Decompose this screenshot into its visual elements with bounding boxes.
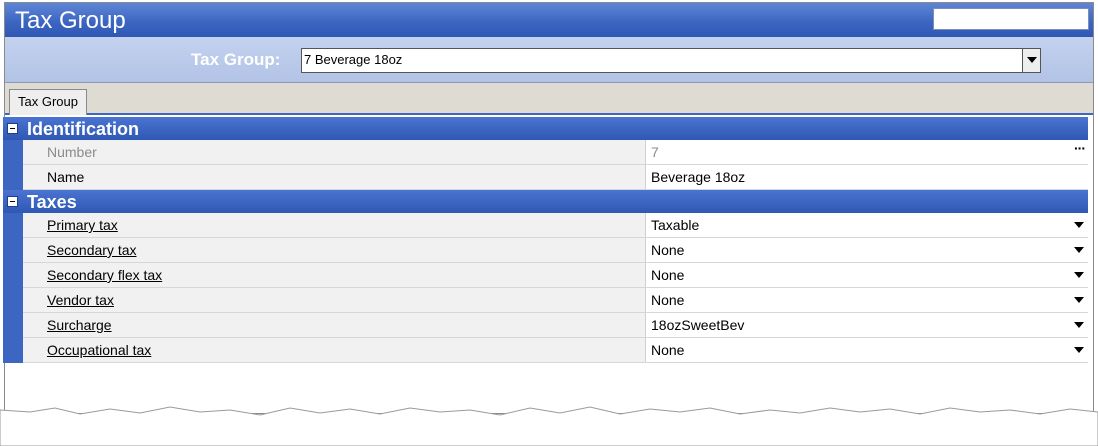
secondary-tax-dropdown[interactable]: None (646, 238, 1088, 262)
grid-margin (3, 140, 23, 165)
chevron-down-icon (1027, 57, 1037, 63)
torn-edge-decoration (0, 406, 1098, 446)
vendor-tax-value: None (651, 292, 685, 308)
category-taxes[interactable]: Taxes (3, 190, 1088, 213)
property-row-vendor-tax: Vendor tax None (3, 288, 1088, 313)
grid-margin (3, 263, 23, 288)
tax-group-selector-value: 7 Beverage 18oz (304, 52, 403, 67)
property-name-cell: Secondary flex tax (23, 263, 646, 287)
tax-group-selector-label: Tax Group: (191, 50, 281, 69)
name-input[interactable]: Beverage 18oz (646, 165, 1088, 189)
ellipsis-icon[interactable]: ··· (1074, 140, 1086, 156)
property-label-vendor-tax[interactable]: Vendor tax (47, 292, 114, 308)
name-value: Beverage 18oz (651, 169, 746, 185)
property-row-number: Number 7 ··· (3, 140, 1088, 165)
tax-group-selector-dropdown[interactable]: 7 Beverage 18oz (301, 48, 1041, 73)
property-label-secondary-tax[interactable]: Secondary tax (47, 242, 137, 258)
chevron-down-icon[interactable] (1074, 347, 1084, 353)
secondary-flex-tax-dropdown[interactable]: None (646, 263, 1088, 287)
primary-tax-value: Taxable (651, 217, 700, 233)
chevron-down-icon[interactable] (1074, 247, 1084, 253)
surcharge-dropdown[interactable]: 18ozSweetBev (646, 313, 1088, 337)
grid-margin (3, 313, 23, 338)
property-value-number: 7 ··· (646, 140, 1088, 164)
vendor-tax-dropdown[interactable]: None (646, 288, 1088, 312)
title-search-box[interactable] (933, 8, 1089, 30)
grid-margin (3, 338, 23, 363)
property-name-cell: Secondary tax (23, 238, 646, 262)
chevron-down-icon[interactable] (1074, 272, 1084, 278)
category-taxes-label: Taxes (27, 192, 77, 212)
property-grid: Identification Number 7 ··· Name Beverag… (3, 117, 1088, 363)
property-name-cell: Number (23, 140, 646, 164)
property-label-occupational-tax[interactable]: Occupational tax (47, 342, 151, 358)
property-name-cell: Vendor tax (23, 288, 646, 312)
occupational-tax-value: None (651, 342, 685, 358)
tax-group-selector-arrow-button[interactable] (1022, 49, 1040, 72)
property-name-cell: Name (23, 165, 646, 189)
minus-box-icon[interactable] (7, 196, 18, 207)
tab-tax-group[interactable]: Tax Group (9, 89, 87, 115)
property-row-secondary-tax: Secondary tax None (3, 238, 1088, 263)
window-title: Tax Group (15, 7, 126, 34)
grid-margin (3, 165, 23, 190)
secondary-tax-value: None (651, 242, 685, 258)
category-identification[interactable]: Identification (3, 117, 1088, 140)
property-label-name: Name (47, 169, 85, 185)
grid-margin (3, 213, 23, 238)
property-row-name: Name Beverage 18oz (3, 165, 1088, 190)
surcharge-value: 18ozSweetBev (651, 317, 745, 333)
category-identification-label: Identification (27, 119, 139, 139)
grid-margin (3, 238, 23, 263)
property-name-cell: Surcharge (23, 313, 646, 337)
property-row-surcharge: Surcharge 18ozSweetBev (3, 313, 1088, 338)
grid-margin (3, 288, 23, 313)
property-label-number: Number (47, 144, 97, 160)
property-label-primary-tax[interactable]: Primary tax (47, 217, 118, 233)
property-label-secondary-flex-tax[interactable]: Secondary flex tax (47, 267, 162, 283)
property-row-secondary-flex-tax: Secondary flex tax None (3, 263, 1088, 288)
chevron-down-icon[interactable] (1074, 322, 1084, 328)
chevron-down-icon[interactable] (1074, 222, 1084, 228)
primary-tax-dropdown[interactable]: Taxable (646, 213, 1088, 237)
property-row-primary-tax: Primary tax Taxable (3, 213, 1088, 238)
property-label-surcharge[interactable]: Surcharge (47, 317, 112, 333)
occupational-tax-dropdown[interactable]: None (646, 338, 1088, 362)
chevron-down-icon[interactable] (1074, 297, 1084, 303)
number-value: 7 (651, 144, 659, 160)
tab-strip: Tax Group (5, 83, 1093, 115)
title-bar: Tax Group (5, 3, 1093, 37)
property-row-occupational-tax: Occupational tax None (3, 338, 1088, 363)
property-name-cell: Primary tax (23, 213, 646, 237)
secondary-flex-tax-value: None (651, 267, 685, 283)
record-selector-bar: Tax Group: 7 Beverage 18oz (5, 37, 1093, 83)
property-name-cell: Occupational tax (23, 338, 646, 362)
minus-box-icon[interactable] (7, 123, 18, 134)
